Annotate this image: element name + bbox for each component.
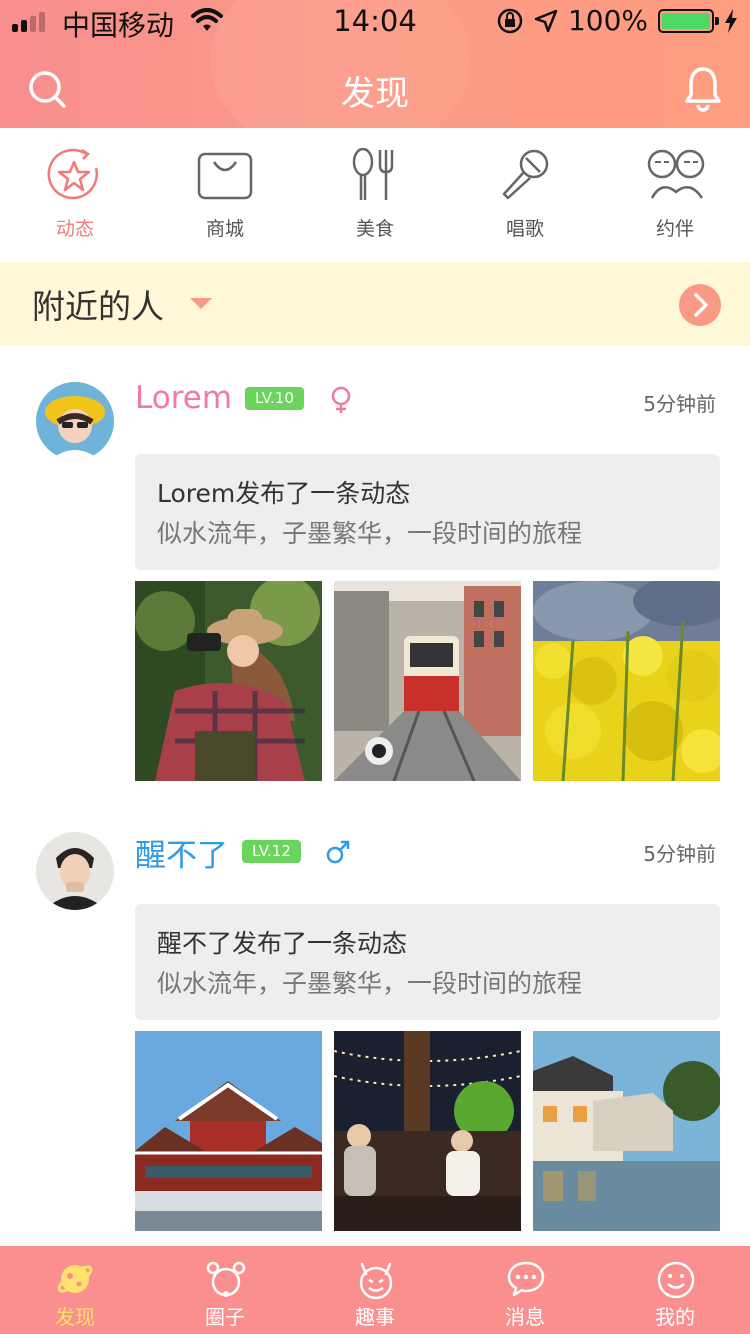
chat-bubble-icon — [507, 1261, 545, 1297]
post-headline: 醒不了发布了一条动态 — [157, 929, 408, 958]
tab-label: 圈子 — [205, 1305, 245, 1329]
avatar[interactable] — [36, 832, 114, 910]
star-refresh-icon — [47, 148, 98, 200]
tab-label: 我的 — [655, 1305, 695, 1329]
post-time: 5分钟前 — [643, 842, 716, 866]
username[interactable]: Lorem — [135, 380, 232, 416]
photo-tram-street[interactable] — [334, 581, 521, 781]
tab-wode[interactable]: 我的 — [600, 1246, 750, 1334]
category-dongtai[interactable]: 动态 — [0, 128, 150, 262]
tab-faxian[interactable]: 发现 — [0, 1246, 150, 1334]
nearby-bar[interactable]: 附近的人 — [0, 262, 750, 346]
location-icon — [534, 9, 558, 32]
male-icon — [326, 840, 350, 864]
caret-down-icon[interactable] — [190, 298, 212, 309]
level-badge: LV.10 — [245, 387, 304, 410]
category-shangcheng[interactable]: 商城 — [150, 128, 300, 262]
photo-water-town[interactable] — [533, 1031, 720, 1231]
level-badge: LV.12 — [242, 840, 301, 863]
two-faces-icon — [647, 149, 705, 199]
post-text: 似水流年，子墨繁华，一段时间的旅程 — [157, 969, 583, 998]
bell-icon[interactable] — [684, 66, 722, 112]
post-headline: Lorem发布了一条动态 — [157, 479, 411, 508]
category-label: 美食 — [355, 218, 394, 240]
photo-cafe-lights[interactable] — [334, 1031, 521, 1231]
category-yueban[interactable]: 约伴 — [600, 128, 750, 262]
post-card[interactable]: 醒不了 LV.12 5分钟前 醒不了发布了一条动态 似水流年，子墨繁华，一段时间… — [0, 796, 750, 1246]
female-icon — [331, 386, 351, 413]
spoon-fork-icon — [352, 148, 394, 200]
planet-icon — [57, 1265, 93, 1293]
smile-face-icon — [657, 1261, 695, 1299]
devil-face-icon — [359, 1262, 393, 1300]
category-meishi[interactable]: 美食 — [300, 128, 450, 262]
tab-label: 趣事 — [355, 1305, 395, 1329]
post-text: 似水流年，子墨繁华，一段时间的旅程 — [157, 519, 583, 548]
page-title: 发现 — [341, 74, 409, 114]
category-label: 约伴 — [655, 218, 694, 240]
header: 中国移动 14:04 100% 发现 — [0, 0, 750, 128]
avatar[interactable] — [36, 382, 114, 460]
circle-group-icon — [206, 1261, 246, 1297]
photo-rapeseed-flowers[interactable] — [533, 581, 720, 781]
battery-percent: 100% — [567, 4, 648, 37]
photo-girl-binoculars[interactable] — [135, 581, 322, 781]
shopping-bag-icon — [197, 152, 253, 200]
username[interactable]: 醒不了 — [135, 830, 228, 875]
photo-snowy-palace[interactable] — [135, 1031, 322, 1231]
battery-icon — [658, 8, 719, 33]
rotation-lock-icon — [497, 8, 523, 33]
category-label: 动态 — [55, 218, 94, 240]
post-content[interactable]: 醒不了发布了一条动态 似水流年，子墨繁华，一段时间的旅程 — [135, 904, 720, 1020]
microphone-icon — [502, 149, 549, 200]
photo-grid — [135, 1031, 720, 1231]
tab-label: 消息 — [505, 1305, 545, 1329]
tab-xiaoxi[interactable]: 消息 — [450, 1246, 600, 1334]
category-label: 商城 — [205, 218, 244, 240]
bottom-tab-bar: 发现 圈子 趣事 消息 我的 — [0, 1246, 750, 1334]
photo-grid — [135, 581, 720, 781]
post-time: 5分钟前 — [643, 392, 716, 416]
post-card[interactable]: Lorem LV.10 5分钟前 Lorem发布了一条动态 似水流年，子墨繁华，… — [0, 346, 750, 796]
category-label: 唱歌 — [505, 218, 544, 240]
chevron-right-icon[interactable] — [678, 283, 722, 327]
tab-label: 发现 — [55, 1305, 95, 1329]
tab-qushi[interactable]: 趣事 — [300, 1246, 450, 1334]
category-changge[interactable]: 唱歌 — [450, 128, 600, 262]
post-content[interactable]: Lorem发布了一条动态 似水流年，子墨繁华，一段时间的旅程 — [135, 454, 720, 570]
charging-icon — [725, 8, 737, 33]
tab-quanzi[interactable]: 圈子 — [150, 1246, 300, 1334]
nearby-title: 附近的人 — [32, 287, 164, 326]
category-bar: 动态 商城 美食 唱歌 约伴 — [0, 128, 750, 262]
status-bar: 中国移动 14:04 100% — [0, 0, 750, 42]
